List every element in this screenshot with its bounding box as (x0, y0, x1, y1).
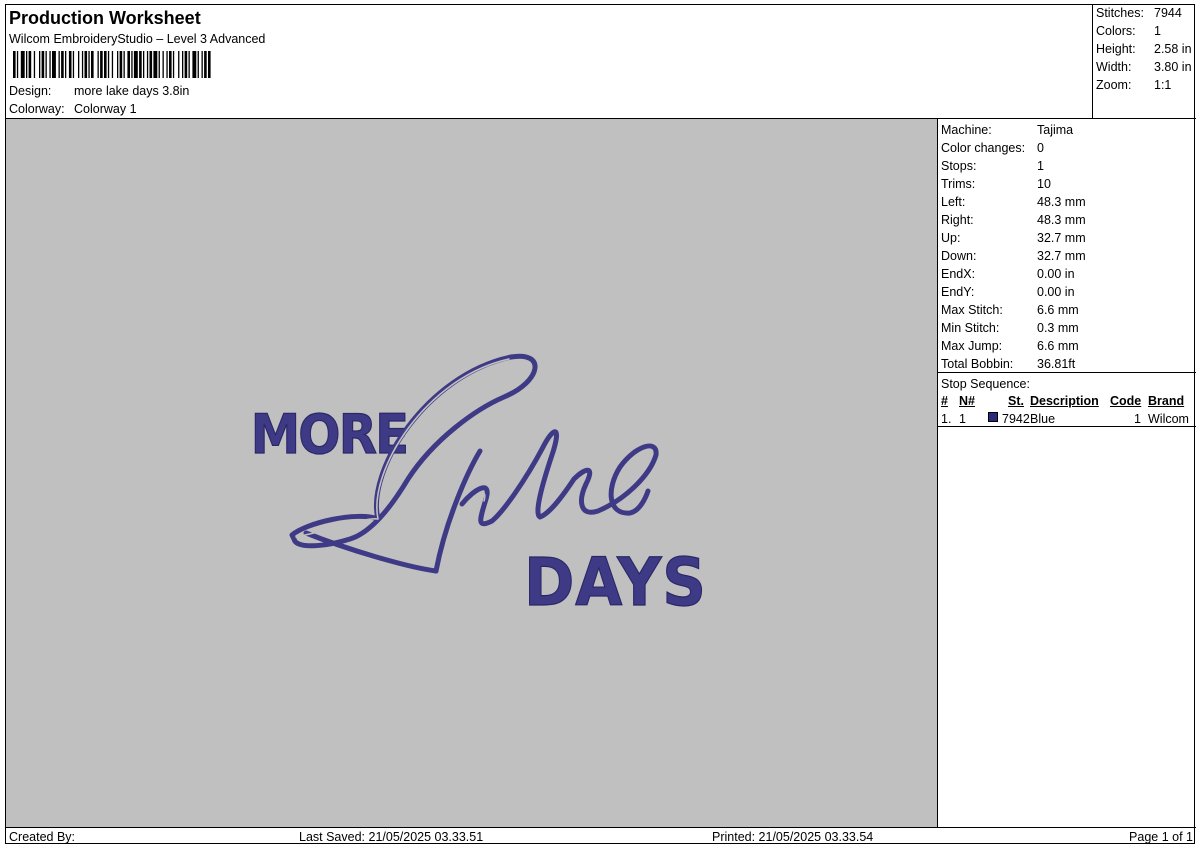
info-label: EndX: (941, 267, 976, 281)
info-label: EndY: (941, 285, 975, 299)
page-title: Production Worksheet (9, 8, 201, 28)
machine-info-row: Max Jump: 6.6 mm (941, 339, 1079, 357)
stat-value: 1 (1154, 24, 1161, 38)
stop-row-code: 1 (1134, 412, 1141, 426)
info-label: Left: (941, 195, 966, 209)
info-value: 6.6 mm (1037, 303, 1079, 317)
info-value: 36.81ft (1037, 357, 1076, 371)
info-value: 1 (1037, 159, 1044, 173)
stop-row-n: 1 (959, 412, 966, 426)
col-header-n: N# (959, 394, 975, 408)
design-name: more lake days 3.8in (74, 84, 190, 98)
summary-stats: Stitches: 7944 Colors: 1 Height: 2.58 in Wi… (1092, 5, 1194, 118)
info-label: Color changes: (941, 141, 1026, 155)
machine-info-row: Trims: 10 (941, 177, 1051, 195)
machine-info-row: Up: 32.7 mm (941, 231, 1086, 249)
info-label: Total Bobbin: (941, 357, 1014, 371)
barcode (13, 51, 211, 78)
stop-row-st: 7942 (1002, 412, 1030, 426)
design-word-more: MORE (251, 404, 407, 466)
machine-info-row: Machine: Tajima (941, 123, 1073, 141)
info-label: Trims: (941, 177, 976, 191)
design-word-days: DAYS (524, 544, 707, 621)
machine-info-table: Machine: Tajima Color changes: 0 Stops: 1 Trim… (938, 119, 1196, 373)
info-value: 6.6 mm (1037, 339, 1079, 353)
col-header-description: Description (1030, 394, 1099, 408)
machine-info-row: Color changes: 0 (941, 141, 1044, 159)
machine-info-panel: Machine: Tajima Color changes: 0 Stops: 1 Trim… (938, 119, 1196, 827)
design-row: Design: more lake days 3.8in (9, 84, 189, 98)
stat-stitches: Stitches: 7944 (1096, 6, 1182, 24)
last-saved: Last Saved: 21/05/2025 03.33.51 (299, 830, 484, 844)
stop-row-brand: Wilcom (1148, 412, 1189, 426)
stop-row-description: Blue (1030, 412, 1056, 426)
info-value: Tajima (1037, 123, 1074, 137)
stat-value: 1:1 (1154, 78, 1172, 92)
stat-label: Colors: (1096, 24, 1136, 38)
machine-info-row: Left: 48.3 mm (941, 195, 1086, 213)
embroidery-design: MORE DAYS (250, 353, 707, 621)
info-value: 0 (1037, 141, 1044, 155)
col-header-brand: Brand (1148, 394, 1185, 408)
info-label: Right: (941, 213, 974, 227)
stat-value: 7944 (1154, 6, 1182, 20)
machine-info-row: EndX: 0.00 in (941, 267, 1075, 285)
machine-info-row: Stops: 1 (941, 159, 1044, 177)
stat-label: Height: (1096, 42, 1136, 56)
worksheet-header: Production Worksheet Wilcom EmbroiderySt… (6, 5, 1196, 119)
stat-label: Width: (1096, 60, 1132, 74)
info-label: Machine: (941, 123, 992, 137)
stat-label: Stitches: (1096, 6, 1144, 20)
worksheet-footer: Created By: Last Saved: 21/05/2025 03.33… (6, 827, 1196, 844)
info-value: 48.3 mm (1037, 213, 1086, 227)
info-label: Down: (941, 249, 977, 263)
info-value: 32.7 mm (1037, 231, 1086, 245)
printed-date: Printed: 21/05/2025 03.33.54 (712, 830, 874, 844)
stat-height: Height: 2.58 in (1096, 42, 1192, 60)
info-value: 0.00 in (1037, 285, 1075, 299)
machine-info-row: Down: 32.7 mm (941, 249, 1086, 267)
design-preview: MORE DAYS (6, 119, 938, 827)
thread-color-swatch (988, 412, 998, 422)
stop-row-num: 1. (941, 412, 952, 426)
machine-info-row: Max Stitch: 6.6 mm (941, 303, 1079, 321)
stat-value: 3.80 in (1154, 60, 1192, 74)
colorway-row: Colorway: Colorway 1 (9, 102, 137, 116)
info-label: Max Jump: (941, 339, 1003, 353)
header-info: Production Worksheet Wilcom EmbroiderySt… (6, 5, 1092, 118)
col-header-num: # (941, 394, 948, 408)
col-header-code: Code (1110, 394, 1142, 408)
stat-width: Width: 3.80 in (1096, 60, 1192, 78)
stat-value: 2.58 in (1154, 42, 1192, 56)
info-label: Min Stitch: (941, 321, 1000, 335)
info-label: Stops: (941, 159, 977, 173)
info-value: 10 (1037, 177, 1051, 191)
stat-label: Zoom: (1096, 78, 1132, 92)
col-header-st: St. (1008, 394, 1024, 408)
info-label: Up: (941, 231, 961, 245)
design-label: Design: (9, 84, 52, 98)
page-number: Page 1 of 1 (1129, 830, 1193, 844)
machine-info-row: Min Stitch: 0.3 mm (941, 321, 1079, 339)
colorway-label: Colorway: (9, 102, 65, 116)
machine-info-row: EndY: 0.00 in (941, 285, 1075, 303)
software-name: Wilcom EmbroideryStudio – Level 3 Advanc… (9, 32, 266, 46)
info-value: 48.3 mm (1037, 195, 1086, 209)
info-label: Max Stitch: (941, 303, 1003, 317)
stat-colors: Colors: 1 (1096, 24, 1161, 42)
stop-sequence: Stop Sequence: # N# St. Description Code… (938, 373, 1196, 427)
info-value: 32.7 mm (1037, 249, 1086, 263)
info-value: 0.3 mm (1037, 321, 1079, 335)
colorway-name: Colorway 1 (74, 102, 137, 116)
stop-sequence-title: Stop Sequence: (941, 377, 1030, 391)
production-worksheet: Production Worksheet Wilcom EmbroiderySt… (5, 4, 1196, 844)
info-value: 0.00 in (1037, 267, 1075, 281)
stat-zoom: Zoom: 1:1 (1096, 78, 1171, 96)
created-by: Created By: (9, 830, 76, 844)
machine-info-row: Right: 48.3 mm (941, 213, 1086, 231)
